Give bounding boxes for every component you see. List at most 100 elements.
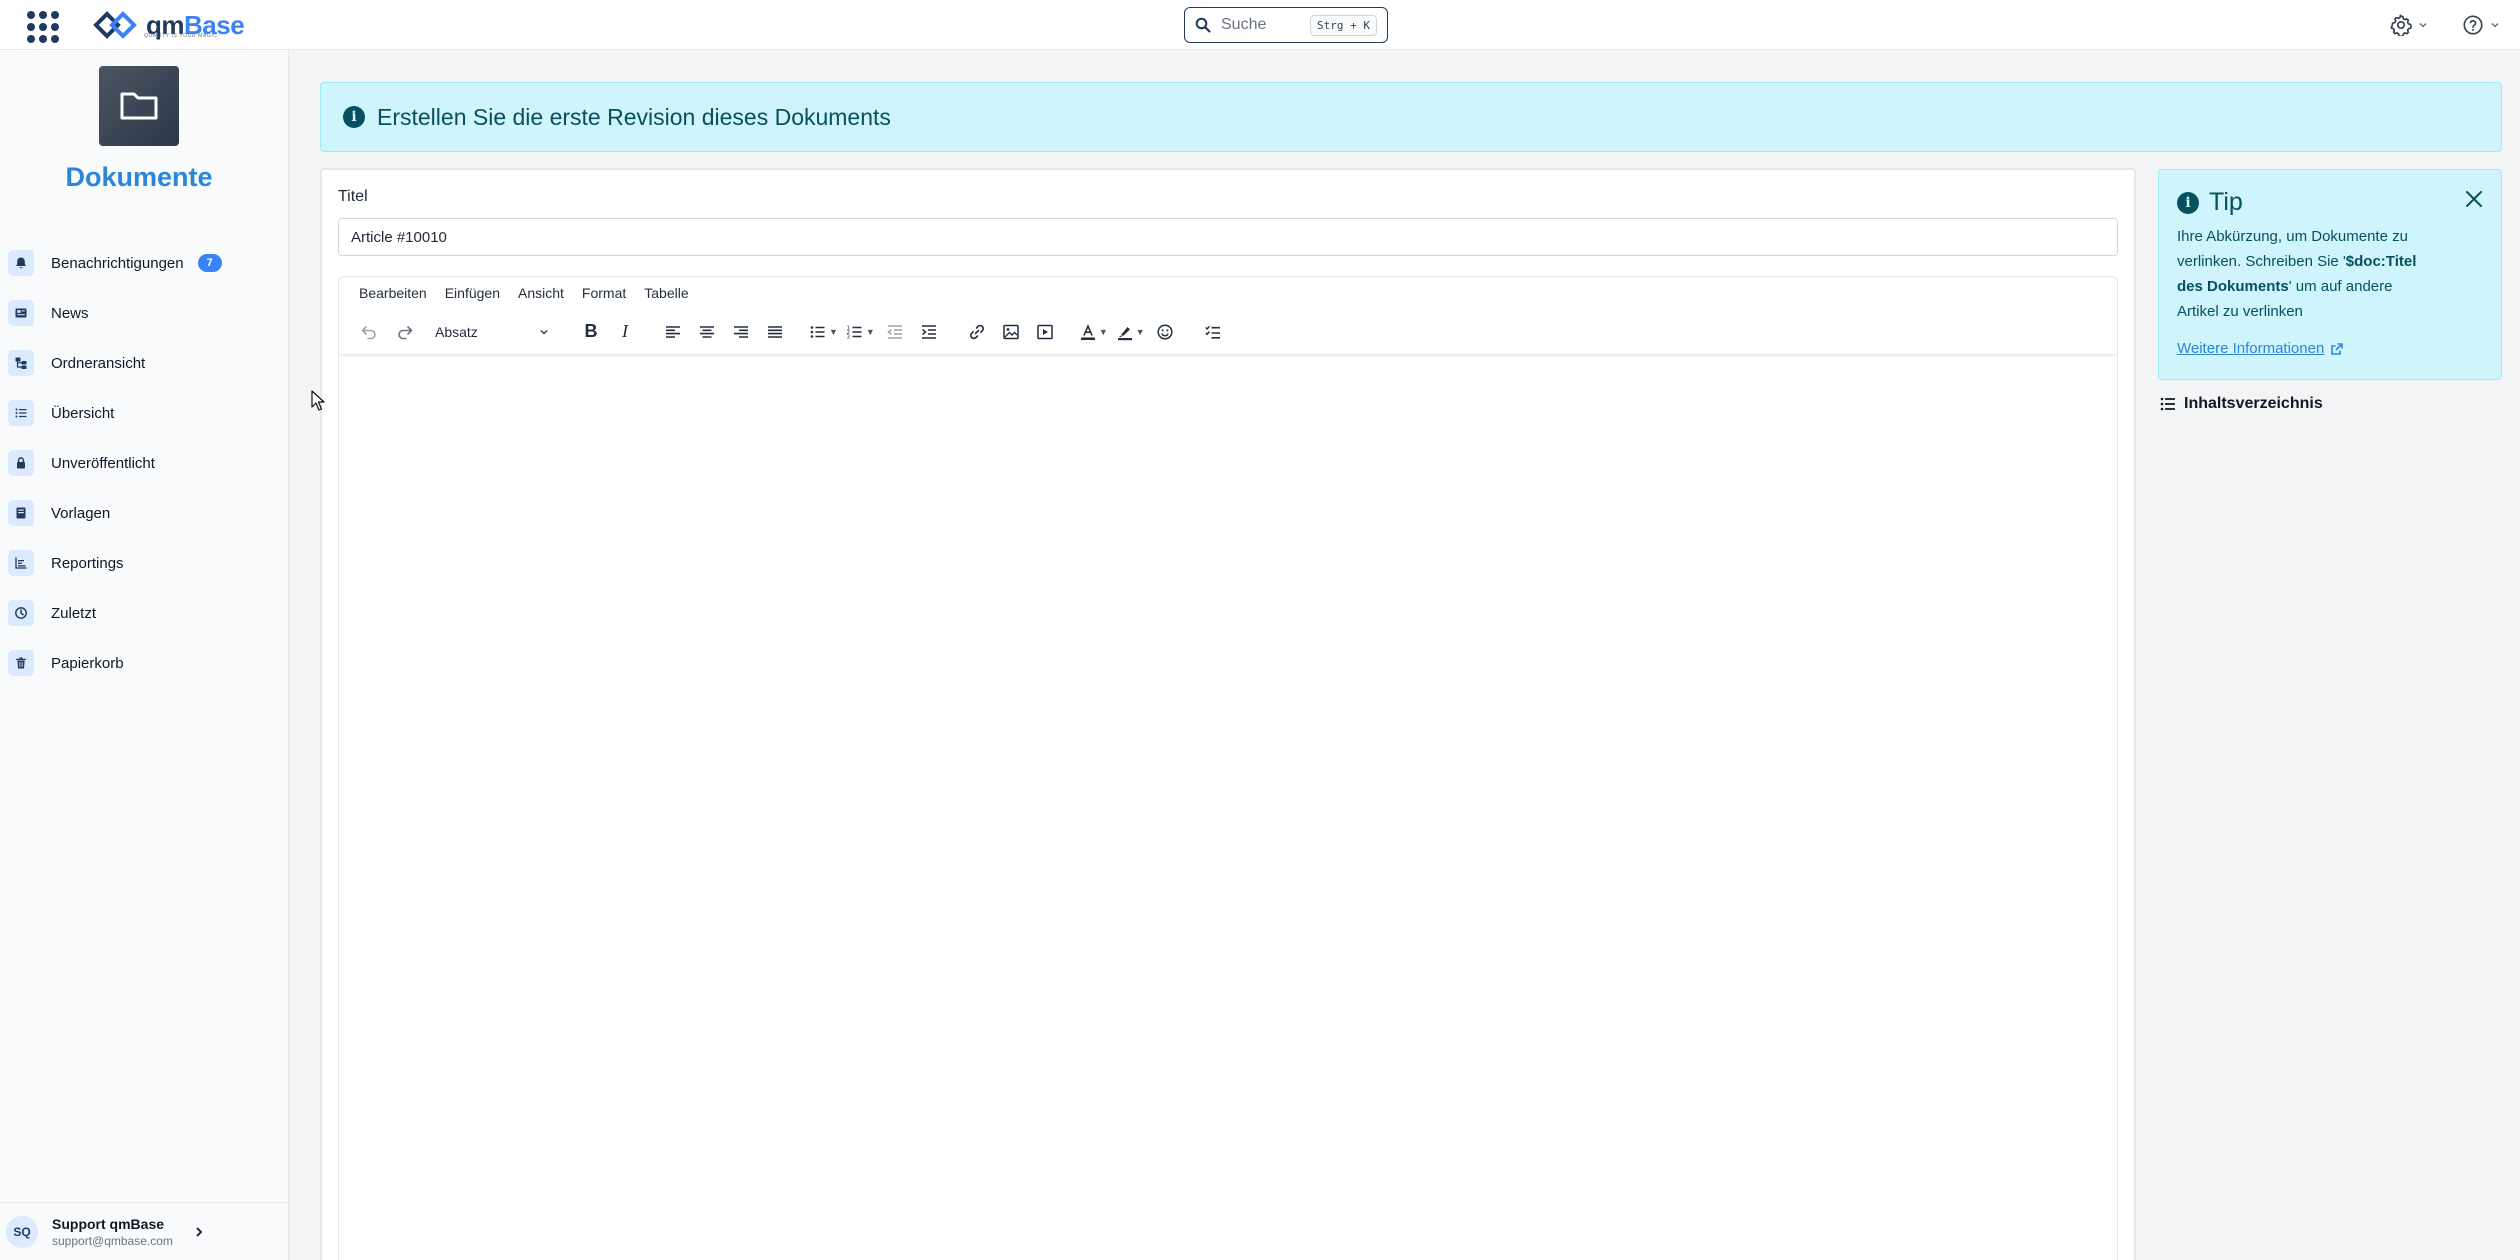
sidebar-item-ordneransicht[interactable]: Ordneransicht xyxy=(0,338,289,388)
help-menu-button[interactable] xyxy=(2462,12,2500,38)
sidebar-item-vorlagen[interactable]: Vorlagen xyxy=(0,488,289,538)
sidebar-item-label: Reportings xyxy=(51,554,124,572)
align-right-button[interactable] xyxy=(727,317,755,347)
avatar: SQ xyxy=(6,1215,38,1248)
indent-icon xyxy=(921,324,936,339)
first-revision-banner: i Erstellen Sie die erste Revision diese… xyxy=(320,82,2502,152)
text-color-icon xyxy=(1080,323,1095,340)
sidebar-item-uebersicht[interactable]: Übersicht xyxy=(0,388,289,438)
close-icon xyxy=(2466,191,2482,207)
sidebar: Dokumente Benachrichtigungen 7 News Ordn… xyxy=(0,50,289,1260)
sidebar-item-label: Papierkorb xyxy=(51,654,124,672)
undo-button[interactable] xyxy=(355,317,383,347)
lock-icon xyxy=(8,450,34,476)
align-center-icon xyxy=(700,325,714,338)
menu-format[interactable]: Format xyxy=(582,285,626,301)
close-tip-button[interactable] xyxy=(2461,186,2487,212)
italic-button[interactable]: I xyxy=(611,317,639,347)
checklist-button[interactable] xyxy=(1199,317,1227,347)
more-info-link-label: Weitere Informationen xyxy=(2177,340,2325,357)
user-profile-menu[interactable]: SQ Support qmBase support@qmbase.com xyxy=(0,1202,289,1260)
more-info-link[interactable]: Weitere Informationen xyxy=(2177,340,2344,357)
numbered-list-button[interactable]: 123 ▼ xyxy=(846,317,874,347)
align-left-button[interactable] xyxy=(659,317,687,347)
rich-text-editor: Bearbeiten Einfügen Ansicht Format Tabel… xyxy=(338,276,2118,1260)
outdent-icon xyxy=(887,324,902,339)
sidebar-item-label: Ordneransicht xyxy=(51,354,146,372)
table-of-contents-heading[interactable]: Inhaltsverzeichnis xyxy=(2160,395,2323,413)
tip-body: Ihre Abkürzung, um Dokumente zu verlinke… xyxy=(2177,224,2437,324)
module-title: Dokumente xyxy=(65,162,213,192)
link-icon xyxy=(969,324,984,339)
menu-einfuegen[interactable]: Einfügen xyxy=(445,285,500,301)
search-shortcut-badge: Strg + K xyxy=(1310,14,1377,36)
sidebar-item-benachrichtigungen[interactable]: Benachrichtigungen 7 xyxy=(0,238,289,288)
emoji-button[interactable] xyxy=(1151,317,1179,347)
emoji-icon xyxy=(1157,323,1173,340)
mouse-pointer-icon xyxy=(311,390,325,411)
bullet-list-button[interactable]: ▼ xyxy=(809,317,838,347)
tip-header: i Tip xyxy=(2177,188,2243,217)
insert-media-button[interactable] xyxy=(1031,317,1059,347)
sidebar-item-label: News xyxy=(51,304,89,322)
sidebar-item-papierkorb[interactable]: Papierkorb xyxy=(0,638,289,688)
editor-menubar: Bearbeiten Einfügen Ansicht Format Tabel… xyxy=(339,277,2117,309)
bullet-list-icon xyxy=(810,325,825,338)
sidebar-item-label: Vorlagen xyxy=(51,504,111,522)
folder-icon xyxy=(120,92,158,120)
block-format-value: Absatz xyxy=(435,323,478,340)
folder-tree-icon xyxy=(8,350,34,376)
chevron-down-icon xyxy=(540,329,548,335)
settings-menu-button[interactable] xyxy=(2390,12,2428,38)
menu-tabelle[interactable]: Tabelle xyxy=(644,285,688,301)
outdent-button[interactable] xyxy=(881,317,909,347)
insert-link-button[interactable] xyxy=(963,317,991,347)
redo-button[interactable] xyxy=(391,317,419,347)
italic-icon: I xyxy=(622,321,628,341)
qmbase-logo[interactable]: qmBase QUALITY IS YOUR MAGIC xyxy=(92,5,245,45)
chevron-down-icon: ▼ xyxy=(1098,326,1108,337)
align-justify-button[interactable] xyxy=(761,317,789,347)
editor-toolbar: Absatz B I ▼ 1 2 3 ▼ ▼ ▼ xyxy=(339,309,2117,355)
highlight-color-button[interactable]: ▼ xyxy=(1116,317,1145,347)
bold-icon: B xyxy=(584,321,598,341)
sidebar-item-zuletzt[interactable]: Zuletzt xyxy=(0,588,289,638)
newspaper-icon xyxy=(8,300,34,326)
tip-panel: i Tip Ihre Abkürzung, um Dokumente zu ve… xyxy=(2158,169,2502,380)
sidebar-item-news[interactable]: News xyxy=(0,288,289,338)
svg-text:3: 3 xyxy=(846,334,850,340)
help-icon xyxy=(2463,15,2483,35)
list-icon xyxy=(2160,397,2175,411)
menu-ansicht[interactable]: Ansicht xyxy=(518,285,564,301)
title-input[interactable] xyxy=(338,218,2118,256)
notification-count-badge: 7 xyxy=(197,254,222,272)
clock-icon xyxy=(8,600,34,626)
document-editor-card: Titel Bearbeiten Einfügen Ansicht Format… xyxy=(320,168,2136,1260)
chart-icon xyxy=(8,550,34,576)
text-color-button[interactable]: ▼ xyxy=(1079,317,1108,347)
align-center-button[interactable] xyxy=(693,317,721,347)
banner-text: Erstellen Sie die erste Revision dieses … xyxy=(377,103,891,130)
block-format-select[interactable]: Absatz xyxy=(427,318,557,346)
search-placeholder: Suche xyxy=(1221,16,1267,33)
indent-button[interactable] xyxy=(915,317,943,347)
logo-tagline: QUALITY IS YOUR MAGIC xyxy=(144,33,218,39)
checklist-icon xyxy=(1204,325,1220,339)
bold-button[interactable]: B xyxy=(577,317,605,347)
sidebar-item-label: Unveröffentlicht xyxy=(51,454,155,472)
sidebar-item-reportings[interactable]: Reportings xyxy=(0,538,289,588)
sidebar-item-label: Benachrichtigungen xyxy=(51,254,184,272)
top-bar: qmBase QUALITY IS YOUR MAGIC Suche Strg … xyxy=(0,0,2520,50)
sidebar-item-unveroeffentlicht[interactable]: Unveröffentlicht xyxy=(0,438,289,488)
apps-grid-icon[interactable] xyxy=(24,8,59,43)
global-search[interactable]: Suche Strg + K xyxy=(1184,7,1388,43)
redo-icon xyxy=(398,325,413,339)
undo-icon xyxy=(361,325,376,339)
bell-icon xyxy=(8,250,34,276)
book-icon xyxy=(8,500,34,526)
menu-bearbeiten[interactable]: Bearbeiten xyxy=(359,285,427,301)
search-icon xyxy=(1195,17,1211,33)
align-justify-icon xyxy=(768,325,782,338)
editor-content-area[interactable] xyxy=(339,357,2117,1260)
insert-image-button[interactable] xyxy=(997,317,1025,347)
